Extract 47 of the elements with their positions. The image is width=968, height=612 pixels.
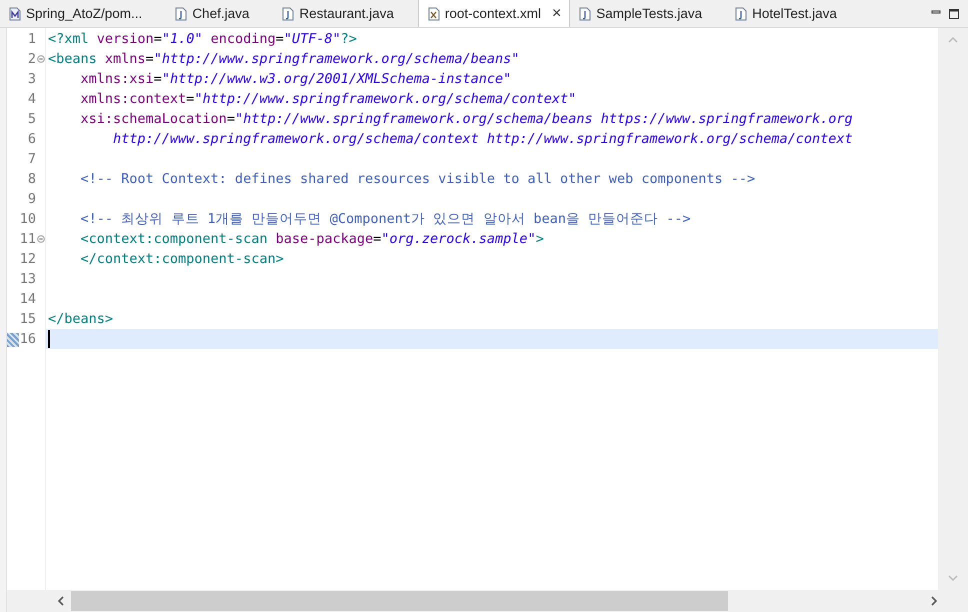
- java-file-icon: [175, 6, 188, 20]
- editor-tab[interactable]: root-context.xml ×: [418, 0, 570, 27]
- code-line: <!-- 최상위 루트 1개를 만들어두면 @Component가 있으면 알아서 bean을 만들어준다 -->: [80, 210, 691, 228]
- java-file-icon: [735, 6, 748, 20]
- xml-file-icon: [428, 6, 440, 20]
- code-line: <?xml version="1.0" encoding="UTF-8"?>: [48, 31, 357, 47]
- text-cursor: [48, 330, 50, 348]
- line-number: 11: [20, 231, 36, 247]
- java-file-icon: [282, 6, 294, 20]
- editor-tab[interactable]: Restaurant.java: [273, 0, 418, 27]
- line-number: 2: [28, 51, 36, 67]
- scroll-right-icon[interactable]: [930, 596, 938, 606]
- line-number: 16: [20, 331, 36, 347]
- line-number: 12: [20, 251, 36, 267]
- line-number: 9: [28, 191, 36, 207]
- editor-tab[interactable]: Spring_AtoZ/pom...: [0, 0, 166, 27]
- line-number: 10: [20, 211, 36, 227]
- line-number: 13: [20, 271, 36, 287]
- code-line: xmlns:xsi="http://www.w3.org/2001/XMLSchema-instance": [80, 71, 512, 87]
- line-number: 1: [28, 31, 36, 47]
- code-line: </context:component-scan>: [80, 251, 284, 267]
- line-number: 3: [28, 71, 36, 87]
- code-line: xmlns:context="http://www.springframework.org/schema/context": [80, 91, 576, 107]
- line-number: 6: [28, 131, 36, 147]
- java-file-icon: [579, 6, 592, 20]
- close-icon[interactable]: ×: [552, 4, 562, 22]
- scrollbar-thumb[interactable]: [71, 591, 728, 611]
- collapse-icon[interactable]: [37, 55, 45, 63]
- maximize-icon[interactable]: [948, 8, 960, 20]
- line-number: 7: [28, 151, 36, 167]
- editor-tab[interactable]: Chef.java: [166, 0, 274, 27]
- maven-file-icon: [9, 6, 21, 20]
- code-line: http://www.springframework.org/schema/context http://www.springframework.org/schema/context: [112, 131, 853, 147]
- code-line: </beans>: [48, 311, 114, 327]
- scroll-left-icon[interactable]: [57, 596, 65, 606]
- line-number: 5: [28, 111, 36, 127]
- line-number: 8: [28, 171, 36, 187]
- code-line: xsi:schemaLocation="http://www.springframework.org/schema/beans https://www.springframework.org: [80, 111, 853, 127]
- line-number: 14: [20, 291, 36, 307]
- editor-tab[interactable]: HotelTest.java: [726, 0, 861, 27]
- line-number: 4: [28, 91, 36, 107]
- collapse-icon[interactable]: [37, 235, 45, 243]
- line-number: 15: [20, 311, 36, 327]
- editor-tab[interactable]: SampleTests.java: [570, 0, 726, 27]
- code-line: <!-- Root Context: defines shared resources visible to all other web components -->: [80, 171, 756, 187]
- code-line: <beans xmlns="http://www.springframework.org/schema/beans": [48, 51, 520, 67]
- code-line: <context:component-scan base-package="org.zerock.sample">: [80, 231, 544, 247]
